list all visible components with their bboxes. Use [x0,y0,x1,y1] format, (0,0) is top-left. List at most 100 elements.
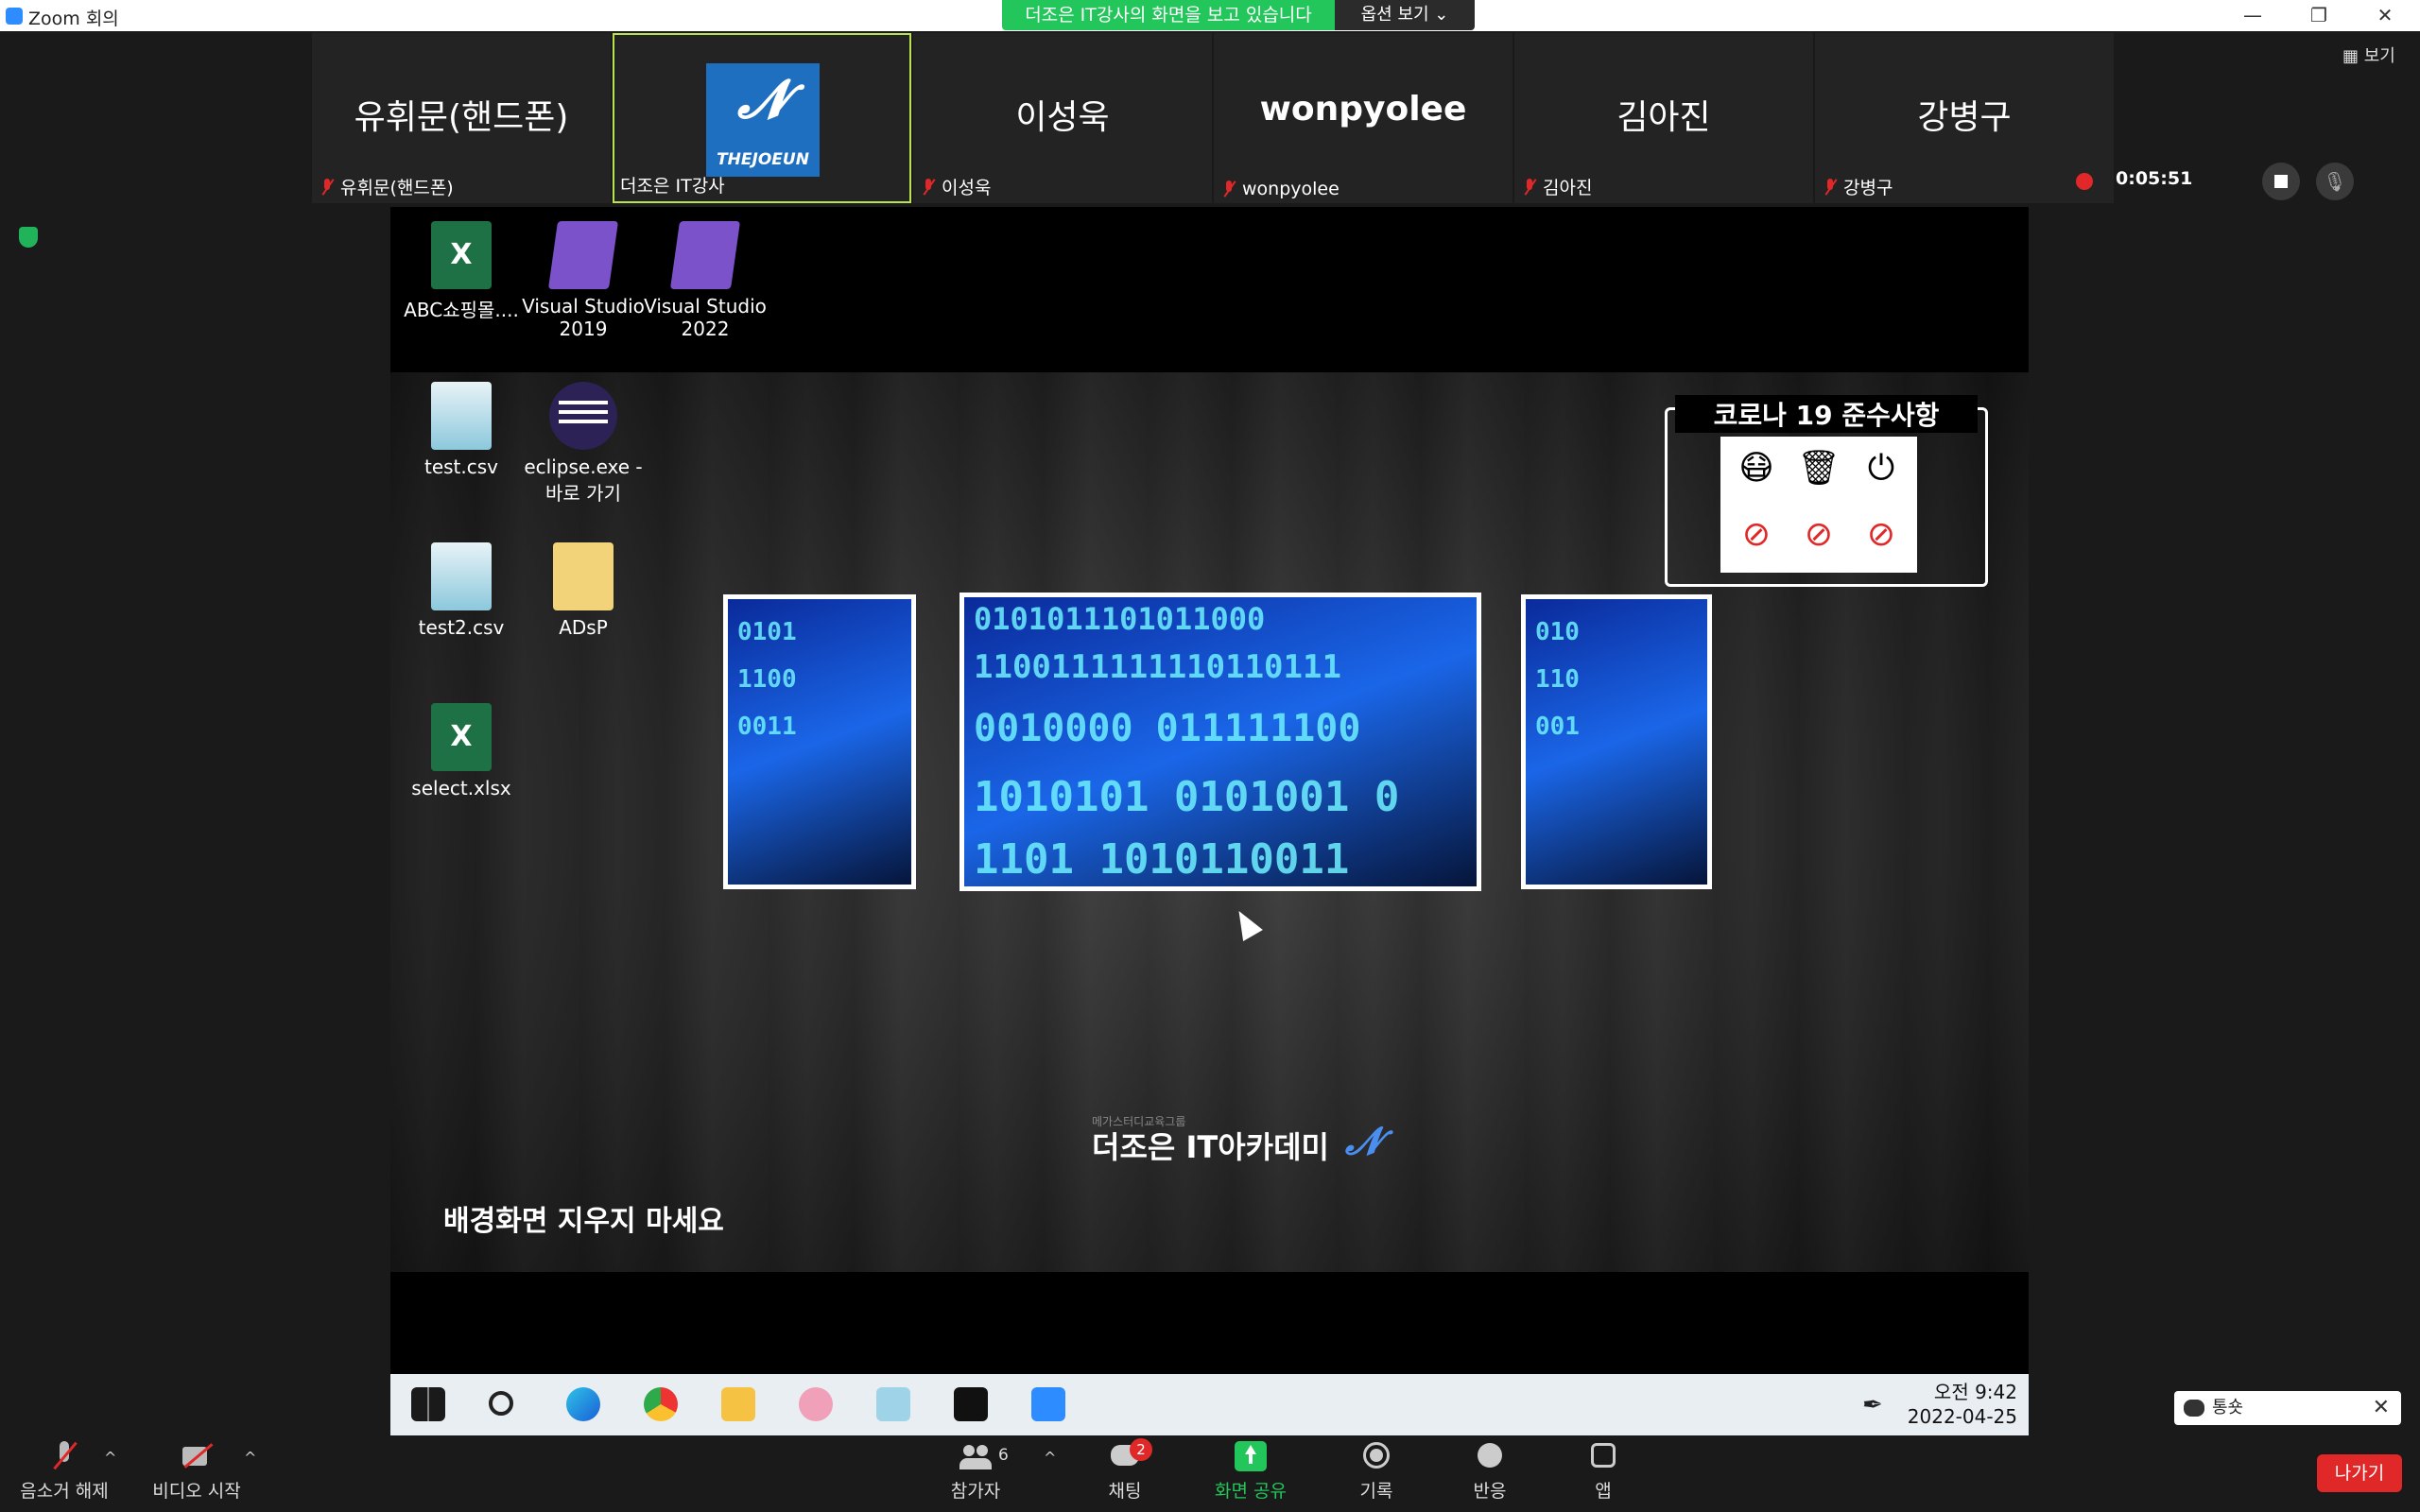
excel-icon [431,703,492,771]
participant-name-large: 강병구 [1917,98,2012,137]
covid-rules-title: 코로나 19 준수사항 [1675,395,1978,433]
windows-start-icon[interactable] [411,1387,445,1421]
chat-notification[interactable]: 통숏 ✕ [2174,1391,2401,1425]
desktop-icon-label: ABC쇼핑몰.... [404,299,519,321]
desktop-icon-select-xlsx[interactable]: select.xlsx [400,703,523,799]
binary-text: 110 [1535,665,1580,694]
desktop-icon-test2-csv[interactable]: test2.csv [400,542,523,639]
reactions-button[interactable]: 반응 [1438,1441,1542,1503]
covid-rules-icons: 😷 🗑 ⏻ ⊘ ⊘ ⊘ [1720,437,1917,573]
chat-unread-badge: 2 [1130,1438,1152,1461]
binary-text: 0011 [737,713,797,741]
city-photo-left: 0101 1100 0011 [723,594,916,889]
minimize-button[interactable]: — [2220,0,2286,31]
desktop-icon-adsp[interactable]: ADsP [522,542,645,639]
participant-tile-active-speaker[interactable]: 𝓝 THEJOEUN 더조은 IT강사 [613,33,911,203]
windows-taskbar: ✒ 오전 9:42 2022-04-25 [390,1374,2029,1435]
share-screen-button[interactable]: 화면 공유 [1199,1441,1303,1503]
reactions-label: 반응 [1473,1481,1507,1502]
unmute-button[interactable]: 음소거 해제 [12,1441,116,1503]
stop-recording-button[interactable] [2262,163,2300,200]
security-shield-icon[interactable] [19,227,38,248]
screen-share-banner: 더조은 IT강사의 화면을 보고 있습니다 [1002,0,1335,30]
restore-button[interactable]: ❐ [2286,0,2352,31]
eclipse-icon [549,382,617,450]
participant-label: 김아진 [1520,174,1592,199]
participant-tile[interactable]: 김아진 김아진 [1514,33,1813,203]
participant-tile[interactable]: 강병구 강병구 [1815,33,2114,203]
binary-text: 1100111111110110111 [974,648,1341,686]
participant-name: 이성욱 [942,178,992,198]
excel-icon [431,221,492,289]
record-button[interactable]: 기록 [1324,1441,1428,1503]
desktop-icon-vs2019[interactable]: Visual Studio 2019 [522,221,645,340]
participants-options-caret[interactable]: ^ [1044,1449,1056,1467]
shared-screen[interactable]: ABC쇼핑몰.... Visual Studio 2019 Visual Stu… [390,207,2029,1435]
view-options-button[interactable]: 옵션 보기 ⌄ [1335,0,1475,30]
participant-label: wonpyolee [1219,179,1340,199]
desktop-icon-abc-shopping[interactable]: ABC쇼핑몰.... [400,221,523,322]
no-phone-icon: ⊘ [1804,515,1834,554]
notepad-icon [431,542,492,610]
video-options-caret[interactable]: ^ [244,1449,256,1467]
brand-name: 더조은 IT아카데미 [1092,1129,1329,1165]
desktop-icon-label: Visual Studio 2022 [644,295,767,340]
binary-text: 1100 [737,665,797,694]
participants-button[interactable]: 참가자 [924,1441,1028,1503]
binary-text: 1010101 0101001 0 [974,773,1400,821]
wallpaper-notice: 배경화면 지우지 마세요 [443,1205,724,1238]
share-screen-label: 화면 공유 [1215,1481,1287,1502]
participants-count: 6 [998,1446,1009,1465]
chat-button[interactable]: 채팅 [1073,1441,1177,1503]
audio-options-caret[interactable]: ^ [104,1449,116,1467]
close-window-button[interactable]: ✕ [2352,0,2418,31]
desktop-icon-eclipse[interactable]: eclipse.exe - 바로 가기 [522,382,645,506]
desktop-icon-label: eclipse.exe - 바로 가기 [524,455,643,505]
apps-button[interactable]: 앱 [1551,1441,1655,1503]
notepad-icon [431,382,492,450]
zoom-taskbar-icon[interactable] [1031,1387,1065,1421]
window-title: Zoom 회의 [28,9,119,29]
leave-meeting-button[interactable]: 나가기 [2317,1454,2402,1492]
desktop-icon-test-csv[interactable]: test.csv [400,382,523,478]
participant-tile[interactable]: wonpyolee wonpyolee [1214,33,1512,203]
chat-bubble-icon [2184,1400,2204,1417]
terminal-icon[interactable] [954,1387,988,1421]
notepad-taskbar-icon[interactable] [876,1387,910,1421]
clock-date: 2022-04-25 [1907,1405,2017,1428]
thejoeun-logo: 𝓝 THEJOEUN [706,63,820,177]
snipping-tool-icon[interactable] [799,1387,833,1421]
participant-name-large: 김아진 [1616,98,1711,137]
apps-icon [1587,1441,1619,1471]
clock-time: 오전 9:42 [1933,1381,2017,1403]
city-photo-center: 0101011101011000 1100111111110110111 001… [959,593,1481,891]
participant-name: 더조은 IT강사 [620,176,725,197]
close-notification-button[interactable]: ✕ [2373,1391,2390,1425]
file-explorer-icon[interactable] [721,1387,755,1421]
trash-icon: 🗑 [1797,449,1841,488]
participant-name-large: 유휘문(핸드폰) [354,98,569,137]
participant-tile[interactable]: 유휘문(핸드폰) 유휘문(핸드폰) [312,33,611,203]
mask-icon: 😷 [1738,449,1774,488]
view-layout-button[interactable]: ▦ 보기 [2342,43,2395,67]
desktop-icon-vs2022[interactable]: Visual Studio 2022 [644,221,767,340]
mute-recording-button[interactable]: 🎙 [2316,163,2354,200]
desktop-icon-label: select.xlsx [411,777,511,799]
taskbar-clock[interactable]: 오전 9:42 2022-04-25 [1908,1380,2017,1429]
edge-icon[interactable] [566,1387,600,1421]
recording-timer: 0:05:51 [2116,168,2193,189]
binary-text: 010 [1535,618,1580,646]
participant-name: 유휘문(핸드폰) [340,178,454,198]
pen-icon[interactable]: ✒ [1862,1391,1883,1419]
search-icon[interactable] [489,1391,513,1416]
city-photo-right: 010 110 001 [1521,594,1712,889]
start-video-button[interactable]: 비디오 시작 [145,1441,249,1503]
participant-tile[interactable]: 이성욱 이성욱 [913,33,1212,203]
no-drinks-icon: ⊘ [1866,515,1896,554]
participants-label: 참가자 [950,1481,1001,1502]
binary-text: 1101 1010110011 [974,835,1350,884]
mic-muted-icon [1520,178,1539,197]
chrome-icon[interactable] [644,1387,678,1421]
brand-logo-icon: 𝓝 [1345,1120,1382,1163]
participant-name: wonpyolee [1242,179,1340,199]
